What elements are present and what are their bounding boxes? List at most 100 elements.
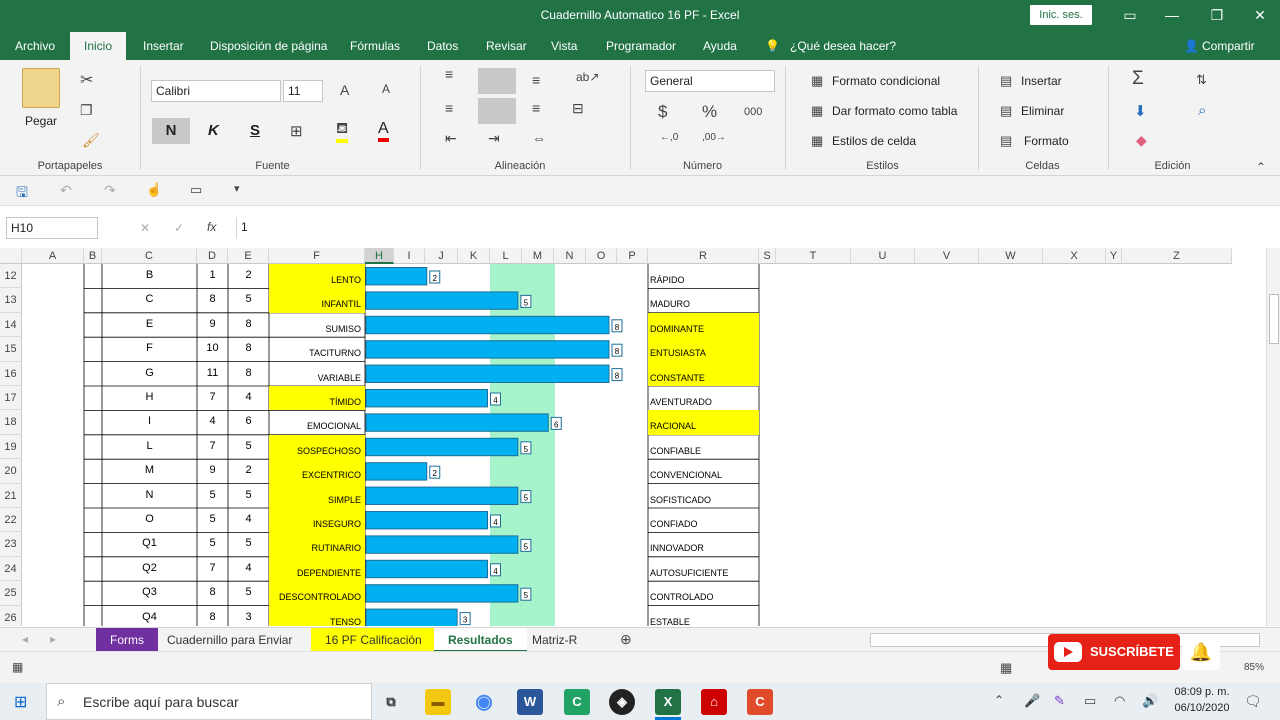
find-icon[interactable]: ⌕: [1198, 102, 1206, 119]
customize-qat-icon[interactable]: ▾: [234, 182, 240, 195]
left-trait-cell[interactable]: VARIABLE: [269, 373, 361, 383]
align-top-icon[interactable]: ≡: [445, 66, 453, 82]
left-trait-cell[interactable]: SUMISO: [269, 324, 361, 334]
sort-filter-icon[interactable]: ⇅: [1196, 72, 1207, 88]
touch-mode-icon[interactable]: ☝: [146, 182, 162, 198]
row-header[interactable]: 15: [0, 337, 22, 362]
formula-input[interactable]: 1: [236, 217, 1276, 239]
raw-score-cell[interactable]: 10: [197, 342, 228, 354]
factor-cell[interactable]: N: [102, 489, 197, 501]
sten-score-cell[interactable]: 5: [228, 293, 269, 305]
column-header-y[interactable]: Y: [1106, 248, 1122, 264]
font-size-select[interactable]: 11: [283, 80, 323, 102]
share-button[interactable]: Compartir: [1202, 32, 1255, 60]
decrease-indent-icon[interactable]: ⇤: [445, 130, 457, 147]
currency-button[interactable]: $: [658, 102, 667, 122]
sten-score-cell[interactable]: 2: [228, 464, 269, 476]
factor-cell[interactable]: I: [102, 415, 197, 427]
word-icon[interactable]: W: [517, 689, 543, 715]
delete-button[interactable]: Eliminar: [1021, 104, 1064, 118]
raw-score-cell[interactable]: 9: [197, 318, 228, 330]
scissors-icon[interactable]: ✂: [80, 70, 93, 90]
normal-view-icon[interactable]: ▦: [1000, 660, 1012, 676]
merge-center-icon[interactable]: ⇔: [532, 130, 546, 146]
factor-cell[interactable]: C: [102, 293, 197, 305]
right-trait-cell[interactable]: RÁPIDO: [650, 275, 761, 285]
column-header-p[interactable]: P: [617, 248, 648, 264]
form-icon[interactable]: ▭: [190, 182, 202, 198]
percent-button[interactable]: %: [702, 102, 717, 122]
column-header-b[interactable]: B: [84, 248, 102, 264]
clock-time[interactable]: 08:09 p. m.: [1172, 686, 1232, 698]
fill-icon[interactable]: ⬇: [1134, 102, 1147, 120]
left-trait-cell[interactable]: TACITURNO: [269, 348, 361, 358]
sheet-tab-calificacion[interactable]: 16 PF Calificación: [311, 628, 436, 652]
raw-score-cell[interactable]: 5: [197, 537, 228, 549]
file-explorer-icon[interactable]: ▬: [425, 689, 451, 715]
font-name-select[interactable]: Calibri: [151, 80, 281, 102]
column-header-x[interactable]: X: [1043, 248, 1106, 264]
raw-score-cell[interactable]: 7: [197, 562, 228, 574]
tab-vista[interactable]: Vista: [551, 32, 577, 60]
mic-icon[interactable]: 🎤: [1024, 693, 1040, 709]
column-header-i[interactable]: I: [394, 248, 425, 264]
right-trait-cell[interactable]: CONTROLADO: [650, 592, 761, 602]
sten-score-cell[interactable]: 5: [228, 489, 269, 501]
factor-cell[interactable]: O: [102, 513, 197, 525]
next-sheet-icon[interactable]: ▸: [50, 632, 56, 646]
sten-score-cell[interactable]: 8: [228, 367, 269, 379]
restore-icon[interactable]: ❐: [1203, 4, 1231, 26]
column-header-f[interactable]: F: [269, 248, 365, 264]
factor-cell[interactable]: H: [102, 391, 197, 403]
raw-score-cell[interactable]: 11: [197, 367, 228, 379]
sten-score-cell[interactable]: 5: [228, 586, 269, 598]
raw-score-cell[interactable]: 5: [197, 513, 228, 525]
worksheet-grid[interactable]: 258884652545453 ABCDEFHIJKLMNOPRSTUVWXYZ…: [0, 248, 1266, 626]
autosum-icon[interactable]: Σ: [1132, 68, 1144, 90]
bell-icon[interactable]: 🔔: [1182, 634, 1220, 670]
redo-icon[interactable]: ↷: [104, 182, 116, 199]
factor-cell[interactable]: E: [102, 318, 197, 330]
align-left-icon[interactable]: ≡: [445, 100, 453, 116]
volume-icon[interactable]: 🔊: [1142, 693, 1158, 709]
sten-score-cell[interactable]: 8: [228, 342, 269, 354]
right-trait-cell[interactable]: ESTABLE: [650, 617, 761, 626]
sheet-tab-forms[interactable]: Forms: [96, 628, 158, 652]
tab-disposicion[interactable]: Disposición de página: [210, 32, 327, 60]
align-right-icon[interactable]: ≡: [532, 100, 540, 116]
sheet-tab-resultados[interactable]: Resultados: [434, 628, 527, 652]
sheet-tab-matriz[interactable]: Matriz-R: [518, 628, 591, 652]
raw-score-cell[interactable]: 5: [197, 489, 228, 501]
clock-date[interactable]: 06/10/2020: [1172, 702, 1232, 714]
column-header-m[interactable]: M: [522, 248, 554, 264]
row-header[interactable]: 12: [0, 264, 22, 289]
raw-score-cell[interactable]: 4: [197, 415, 228, 427]
align-middle-icon[interactable]: [478, 68, 516, 94]
zoom-level[interactable]: 85%: [1244, 662, 1264, 673]
excel-icon[interactable]: X: [655, 689, 681, 715]
cell-styles-button[interactable]: Estilos de celda: [832, 134, 916, 148]
orientation-icon[interactable]: ab↗: [576, 70, 599, 84]
format-painter-icon[interactable]: 🖌: [82, 132, 100, 149]
raw-score-cell[interactable]: 8: [197, 586, 228, 598]
column-header-s[interactable]: S: [759, 248, 776, 264]
row-header[interactable]: 17: [0, 386, 22, 411]
save-icon[interactable]: 🖫: [16, 182, 28, 206]
right-trait-cell[interactable]: CONSTANTE: [650, 373, 761, 383]
factor-cell[interactable]: M: [102, 464, 197, 476]
increase-indent-icon[interactable]: ⇥: [488, 130, 500, 147]
insert-button[interactable]: Insertar: [1021, 74, 1062, 88]
add-sheet-icon[interactable]: ⊕: [620, 631, 632, 648]
undo-icon[interactable]: ↶: [60, 182, 72, 199]
row-header[interactable]: 14: [0, 312, 22, 338]
column-header-w[interactable]: W: [979, 248, 1043, 264]
sten-score-cell[interactable]: 4: [228, 562, 269, 574]
row-header[interactable]: 23: [0, 532, 22, 557]
right-trait-cell[interactable]: RACIONAL: [650, 421, 761, 431]
factor-cell[interactable]: F: [102, 342, 197, 354]
macro-record-icon[interactable]: ▦: [12, 660, 23, 674]
thousands-button[interactable]: 000: [744, 106, 762, 118]
row-header[interactable]: 24: [0, 556, 22, 582]
right-trait-cell[interactable]: CONFIADO: [650, 519, 761, 529]
sten-score-cell[interactable]: 6: [228, 415, 269, 427]
